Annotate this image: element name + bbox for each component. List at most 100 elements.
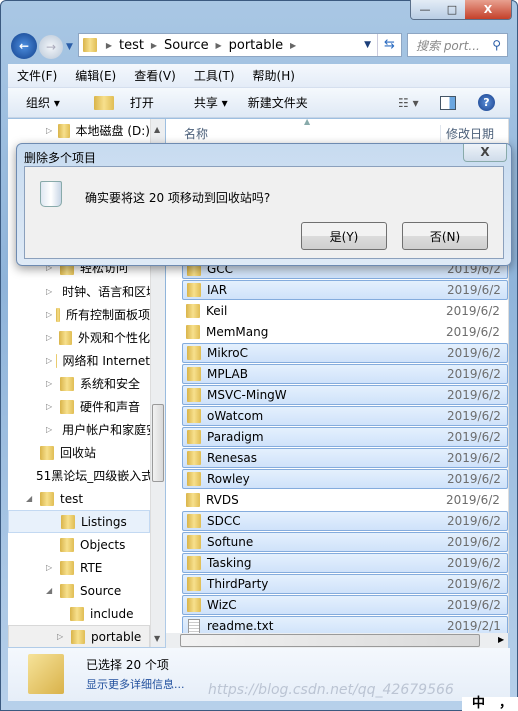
breadcrumb-portable[interactable]: portable	[225, 38, 287, 53]
menu-help[interactable]: 帮助(H)	[244, 67, 304, 84]
file-row[interactable]: Paradigm 2019/6/2	[182, 427, 508, 447]
address-dropdown-icon[interactable]: ▼	[364, 40, 371, 50]
expand-arrow-icon[interactable]: ▷	[46, 126, 54, 135]
file-row[interactable]: RVDS 2019/6/2	[182, 490, 508, 510]
forward-button[interactable]: →	[39, 35, 63, 59]
file-name: Tasking	[207, 556, 252, 570]
menu-view[interactable]: 查看(V)	[125, 67, 185, 84]
nav-item[interactable]: ▷ 系统和安全	[8, 372, 150, 395]
folder-icon	[60, 537, 74, 552]
open-button[interactable]: 打开	[70, 94, 174, 111]
file-row[interactable]: SDCC 2019/6/2	[182, 511, 508, 531]
nav-item[interactable]: ▷ 用户帐户和家庭安全	[8, 418, 150, 441]
search-icon[interactable]: ⚲	[492, 38, 501, 52]
file-row[interactable]: Rowley 2019/6/2	[182, 469, 508, 489]
file-row[interactable]: Renesas 2019/6/2	[182, 448, 508, 468]
view-options-icon[interactable]: ☷ ▾	[388, 96, 429, 110]
file-row[interactable]: readme.txt 2019/2/1	[182, 616, 508, 633]
file-row[interactable]: ThirdParty 2019/6/2	[182, 574, 508, 594]
breadcrumb-arrow-icon[interactable]: ▶	[213, 41, 225, 50]
close-button[interactable]: X	[465, 0, 511, 19]
nav-item[interactable]: Objects	[8, 533, 150, 556]
menu-edit[interactable]: 编辑(E)	[66, 67, 125, 84]
show-details-link[interactable]: 显示更多详细信息...	[86, 676, 185, 692]
expand-arrow-icon[interactable]: ▷	[46, 310, 52, 319]
nav-item[interactable]: ◢ test	[8, 487, 150, 510]
nav-item[interactable]: ▷ 本地磁盘 (D:)	[8, 119, 150, 142]
breadcrumb-arrow-icon[interactable]: ▶	[103, 41, 115, 50]
selection-count: 已选择 20 个项	[86, 658, 169, 672]
nav-item[interactable]: 回收站	[8, 441, 150, 464]
nav-item[interactable]: ◢ Source	[8, 579, 150, 602]
nav-item[interactable]: ▷ 时钟、语言和区域	[8, 280, 150, 303]
expand-arrow-icon[interactable]: ▷	[46, 402, 56, 411]
nav-item[interactable]: ▷ 网络和 Internet	[8, 349, 150, 372]
file-row[interactable]: WizC 2019/6/2	[182, 595, 508, 615]
nav-item[interactable]: ▷ RTE	[8, 556, 150, 579]
preview-pane-icon[interactable]	[440, 95, 456, 110]
ime-indicator[interactable]: 中，	[462, 697, 518, 711]
new-folder-button[interactable]: 新建文件夹	[238, 94, 318, 111]
nav-item[interactable]: ▷ portable	[8, 625, 150, 647]
breadcrumb-arrow-icon[interactable]: ▶	[148, 41, 160, 50]
file-row[interactable]: Tasking 2019/6/2	[182, 553, 508, 573]
file-row[interactable]: MSVC-MingW 2019/6/2	[182, 385, 508, 405]
expand-arrow-icon[interactable]: ▷	[46, 333, 55, 342]
horizontal-scrollbar-thumb[interactable]	[180, 634, 480, 647]
recent-pages-icon[interactable]: ▼	[66, 42, 73, 52]
folder-icon	[56, 307, 60, 322]
yes-button[interactable]: 是(Y)	[301, 222, 387, 250]
file-row[interactable]: IAR 2019/6/2	[182, 280, 508, 300]
file-row[interactable]: MemMang 2019/6/2	[182, 322, 508, 342]
file-row[interactable]: Keil 2019/6/2	[182, 301, 508, 321]
breadcrumb-test[interactable]: test	[115, 38, 148, 53]
minimize-button[interactable]: —	[411, 0, 439, 19]
expand-arrow-icon[interactable]: ▷	[46, 563, 56, 572]
file-name: Softune	[207, 535, 254, 549]
file-row[interactable]: MikroC 2019/6/2	[182, 343, 508, 363]
file-row[interactable]: MPLAB 2019/6/2	[182, 364, 508, 384]
menu-file[interactable]: 文件(F)	[8, 67, 66, 84]
file-date: 2019/6/2	[447, 556, 501, 570]
menu-tools[interactable]: 工具(T)	[185, 67, 244, 84]
file-date: 2019/6/2	[447, 472, 501, 486]
back-button[interactable]: ←	[11, 33, 37, 59]
file-row[interactable]: Softune 2019/6/2	[182, 532, 508, 552]
nav-item[interactable]: ▷ 所有控制面板项	[8, 303, 150, 326]
search-input[interactable]: 搜索 port... ⚲	[407, 33, 508, 57]
file-date: 2019/6/2	[446, 493, 500, 507]
expand-arrow-icon[interactable]: ▷	[46, 287, 52, 296]
breadcrumb-source[interactable]: Source	[160, 38, 213, 53]
column-name[interactable]: 名称	[184, 125, 208, 142]
file-row[interactable]: oWatcom 2019/6/2	[182, 406, 508, 426]
address-bar[interactable]: ▶ test ▶ Source ▶ portable ▶ ▼ ⇆	[78, 33, 402, 57]
nav-item[interactable]: 51黑论坛_四级嵌入式	[8, 464, 150, 487]
nav-item[interactable]: ▷ 硬件和声音	[8, 395, 150, 418]
dialog-close-button[interactable]: X	[463, 144, 507, 162]
expand-arrow-icon[interactable]: ◢	[26, 494, 36, 503]
maximize-button[interactable]: □	[439, 0, 465, 19]
expand-arrow-icon[interactable]: ▷	[46, 425, 52, 434]
expand-arrow-icon[interactable]: ▷	[57, 632, 67, 641]
ime-punct[interactable]: ，	[499, 697, 512, 711]
nav-item[interactable]: ▷ 外观和个性化	[8, 326, 150, 349]
share-button[interactable]: 共享 ▾	[174, 94, 238, 111]
refresh-icon[interactable]: ⇆	[377, 34, 401, 56]
nav-item[interactable]: include	[8, 602, 150, 625]
column-date[interactable]: 修改日期	[440, 125, 508, 142]
no-button[interactable]: 否(N)	[402, 222, 488, 250]
organize-button[interactable]: 组织 ▾	[8, 94, 70, 111]
expand-arrow-icon[interactable]: ▷	[46, 379, 56, 388]
help-icon[interactable]: ?	[478, 94, 495, 111]
nav-item[interactable]: Listings	[8, 510, 150, 533]
breadcrumb-arrow-icon[interactable]: ▶	[287, 41, 299, 50]
nav-item-label: 所有控制面板项	[65, 308, 150, 322]
expand-arrow-icon[interactable]: ◢	[46, 586, 56, 595]
folder-icon	[187, 451, 201, 465]
folder-icon	[187, 409, 201, 423]
nav-scrollbar-thumb[interactable]	[152, 404, 164, 482]
file-date: 2019/6/2	[447, 367, 501, 381]
ime-mode[interactable]: 中	[472, 697, 485, 711]
horizontal-scrollbar[interactable]: ▶	[166, 633, 508, 648]
expand-arrow-icon[interactable]: ▷	[46, 356, 52, 365]
